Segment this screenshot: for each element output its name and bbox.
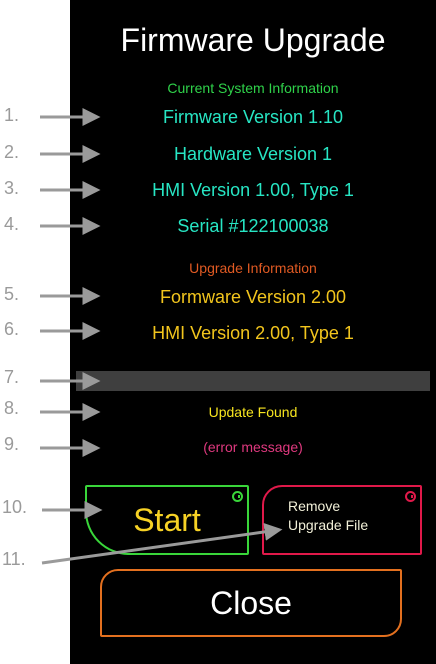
callout-2: 2. [0, 142, 110, 164]
update-found-status: Update Found [208, 404, 298, 420]
callout-number: 7. [4, 367, 20, 387]
callout-number: 10. [2, 497, 28, 517]
close-button[interactable]: Close [100, 569, 402, 637]
callout-7: 7. [0, 367, 110, 389]
callout-number: 5. [4, 284, 20, 304]
callout-number: 4. [4, 214, 20, 234]
serial-number: Serial #122100038 [177, 216, 329, 236]
progress-bar [76, 371, 430, 391]
current-system-heading: Current System Information [167, 80, 339, 96]
start-button-label: Start [133, 502, 201, 538]
callout-number: 1. [4, 105, 20, 125]
remove-button-label-line1: Remove [288, 498, 341, 514]
clock-icon [232, 491, 243, 502]
close-button-label: Close [210, 585, 292, 621]
clock-icon [405, 491, 416, 502]
callout-5: 5. [0, 284, 110, 306]
callout-number: 6. [4, 319, 20, 339]
start-button[interactable]: Start [85, 485, 249, 555]
current-firmware-version: Firmware Version 1.10 [162, 107, 344, 127]
callout-number: 9. [4, 434, 20, 454]
callout-number: 8. [4, 398, 20, 418]
callout-9: 9. [0, 434, 110, 456]
callout-number: 11. [2, 549, 26, 569]
callout-1: 1. [0, 105, 110, 127]
current-hardware-version: Hardware Version 1 [173, 144, 333, 164]
error-message: (error message) [203, 439, 303, 455]
page-title: Firmware Upgrade [120, 22, 386, 58]
remove-button-label-line2: Upgrade File [288, 517, 369, 533]
current-hmi-version: HMI Version 1.00, Type 1 [152, 180, 354, 200]
upgrade-hmi-version: HMI Version 2.00, Type 1 [152, 323, 354, 343]
callout-11: 11. [0, 549, 70, 571]
upgrade-info-heading: Upgrade Information [189, 260, 317, 276]
callout-number: 3. [4, 178, 20, 198]
callout-8: 8. [0, 398, 110, 420]
upgrade-firmware-version: Formware Version 2.00 [159, 287, 347, 307]
remove-upgrade-file-button[interactable]: Remove Upgrade File [262, 485, 422, 555]
firmware-upgrade-panel: Firmware Upgrade Current System Informat… [70, 0, 436, 664]
callout-6: 6. [0, 319, 110, 341]
callout-number: 2. [4, 142, 20, 162]
callout-10: 10. [0, 497, 70, 519]
callout-3: 3. [0, 178, 110, 200]
callout-4: 4. [0, 214, 110, 236]
